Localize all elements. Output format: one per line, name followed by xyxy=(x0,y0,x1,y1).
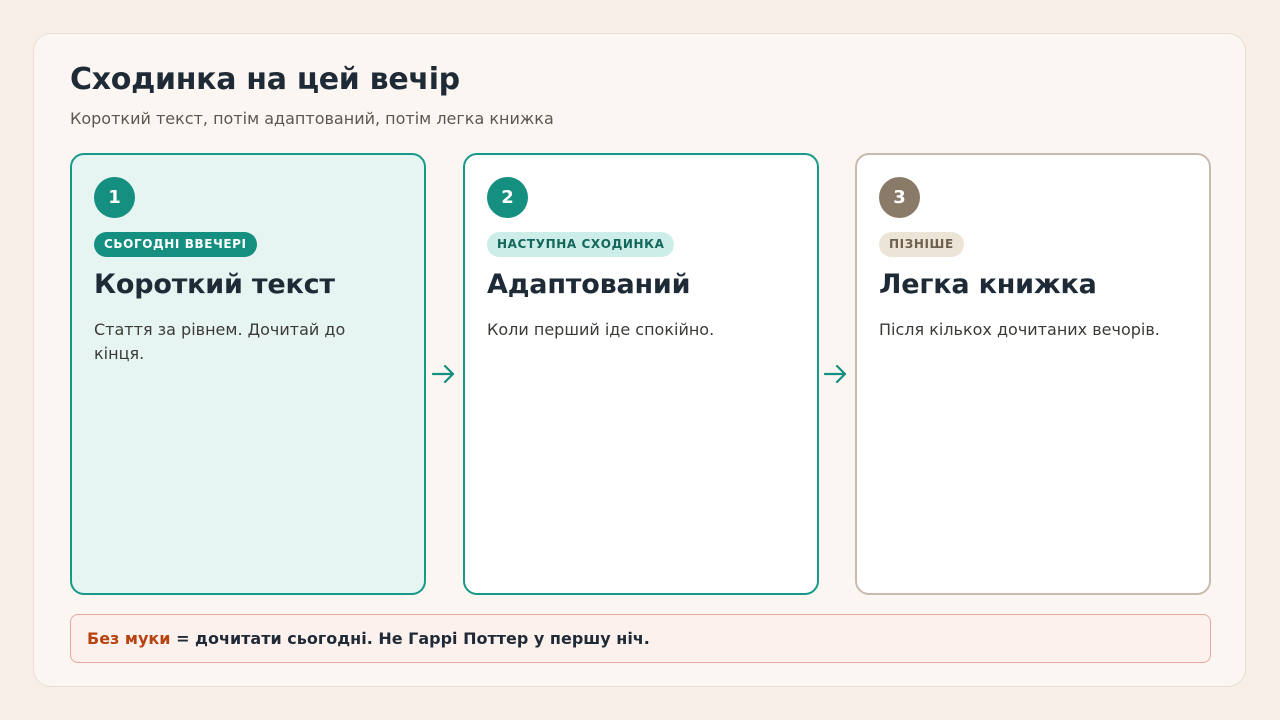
step-title: Короткий текст xyxy=(94,269,335,300)
step-title: Легка книжка xyxy=(879,269,1097,300)
step-description: Стаття за рівнем. Дочитай до кінця. xyxy=(94,320,346,363)
step-card-short-text[interactable]: 1 СЬОГОДНІ ВВЕЧЕРІ Короткий текст Стаття… xyxy=(70,153,426,595)
step-title: Адаптований xyxy=(487,269,691,300)
step-description: Після кількох дочитаних вечорів. xyxy=(879,320,1160,339)
step-number-badge: 3 xyxy=(879,177,920,218)
arrow-right-icon xyxy=(431,364,455,384)
step-status-badge: НАСТУПНА СХОДИНКА xyxy=(487,232,675,257)
tip-text: = дочитати сьогодні. Не Гаррі Поттер у п… xyxy=(170,629,650,648)
step-number-badge: 1 xyxy=(94,177,135,218)
page-subtitle: Короткий текст, потім адаптований, потім… xyxy=(70,109,554,128)
step-card-adapted[interactable]: 2 НАСТУПНА СХОДИНКА Адаптований Коли пер… xyxy=(463,153,819,595)
step-status-badge: ПІЗНІШЕ xyxy=(879,232,964,257)
step-ladder-panel: Сходинка на цей вечір Короткий текст, по… xyxy=(33,33,1246,687)
arrow-right-icon xyxy=(823,364,847,384)
step-description: Коли перший іде спокійно. xyxy=(487,320,715,339)
page-title: Сходинка на цей вечір xyxy=(70,62,460,97)
tip-banner: Без муки = дочитати сьогодні. Не Гаррі П… xyxy=(70,614,1211,663)
step-status-badge: СЬОГОДНІ ВВЕЧЕРІ xyxy=(94,232,257,257)
step-number-badge: 2 xyxy=(487,177,528,218)
tip-accent: Без муки xyxy=(87,629,171,648)
step-card-easy-book[interactable]: 3 ПІЗНІШЕ Легка книжка Після кількох доч… xyxy=(855,153,1211,595)
